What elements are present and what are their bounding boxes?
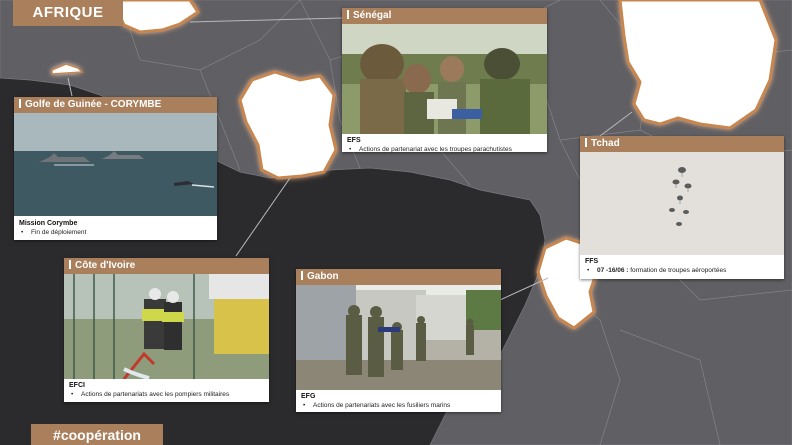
- card-gabon[interactable]: Gabon EFG • Actions de partenariats avec…: [296, 269, 501, 412]
- card-title: Gabon: [296, 269, 501, 285]
- card-unit: EFG: [301, 393, 316, 400]
- photo-military-firefighters: [64, 274, 269, 379]
- photo-marine-riflemen: [296, 285, 501, 390]
- card-unit: FFS: [585, 258, 599, 265]
- card-senegal[interactable]: Sénégal EFS • Actions de partenariat avec…: [342, 8, 547, 153]
- country-tchad: [618, 0, 778, 130]
- card-bullet: • Actions de partenariat avec les troupes…: [349, 146, 512, 153]
- bullet-text: formation de troupes aéroportées: [630, 267, 727, 274]
- photo-naval-patrol: [14, 113, 217, 216]
- card-unit: Mission Corymbe: [19, 220, 78, 227]
- card-title: Sénégal: [342, 8, 547, 24]
- bullet-text: Fin de déploiement: [31, 229, 87, 236]
- card-bullet: • Fin de déploiement: [21, 229, 87, 236]
- card-unit: EFCI: [69, 382, 85, 389]
- region-label: AFRIQUE: [13, 0, 123, 26]
- card-tchad[interactable]: Tchad FFS • 07 -16/06: formation de tro…: [580, 136, 784, 279]
- card-title: Côte d'Ivoire: [64, 258, 269, 274]
- card-unit: EFS: [347, 137, 361, 144]
- bullet-text: Actions de partenariat avec les troupes …: [359, 146, 512, 153]
- card-bullet: • Actions de partenariats avec les pompie…: [71, 391, 230, 398]
- card-title: Tchad: [580, 136, 784, 152]
- card-cote-divoire[interactable]: Côte d'Ivoire EFCI • Actions de partenar…: [64, 258, 269, 402]
- bullet-text: Actions de partenariats avec les fusilie…: [313, 402, 451, 409]
- hashtag-label: #coopération: [31, 424, 163, 445]
- card-title: Golfe de Guinée - CORYMBE: [14, 97, 217, 113]
- card-bullet: • Actions de partenariats avec les fusili…: [303, 402, 451, 409]
- photo-airborne-drop: [580, 152, 784, 255]
- card-bullet: • 07 -16/06 : formation de troupes aéropo…: [587, 267, 727, 274]
- infographic: AFRIQUE Sénégal EFS • Actions de partenar: [0, 0, 792, 445]
- bullet-date: 07 -16/06 :: [597, 267, 629, 274]
- card-golfe-de-guinee[interactable]: Golfe de Guinée - CORYMBE Mission Corymb…: [14, 97, 217, 240]
- photo-senegal-paratroopers: [342, 24, 547, 134]
- bullet-text: Actions de partenariats avec les pompier…: [81, 391, 230, 398]
